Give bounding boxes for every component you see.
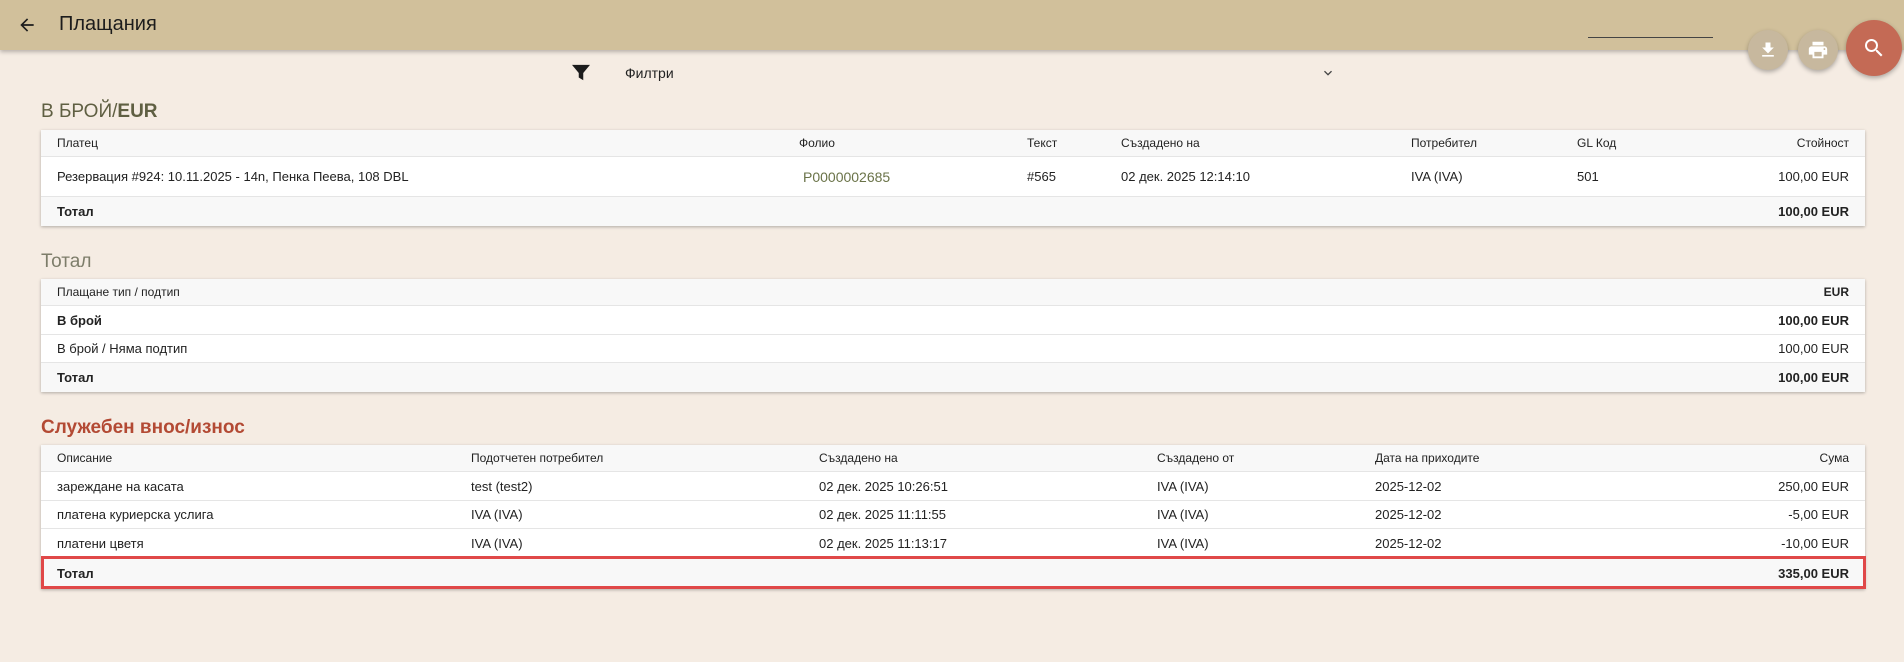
cell-payer: Резервация #924: 10.11.2025 - 14n, Пенка…	[57, 169, 409, 184]
cell-accountable-user: IVA (IVA)	[471, 535, 523, 551]
col-gl-code: GL Код	[1577, 136, 1617, 150]
cell-amount: 250,00 EUR	[1778, 478, 1849, 494]
col-payer: Платец	[57, 136, 98, 150]
col-payment-type: Плащане тип / подтип	[57, 285, 180, 299]
cell-amount: -5,00 EUR	[1788, 507, 1849, 522]
chevron-down-icon	[1324, 70, 1332, 76]
col-revenue-date: Дата на приходите	[1375, 451, 1480, 465]
cell-description: платени цветя	[57, 535, 144, 551]
col-created-by: Създадено от	[1157, 451, 1235, 465]
back-button[interactable]	[14, 12, 40, 38]
print-icon	[1808, 41, 1828, 59]
page-title: Плащания	[59, 13, 157, 35]
table-total-row: Тотал 335,00 EUR	[41, 558, 1865, 589]
total-label: Тотал	[57, 566, 94, 581]
col-currency: EUR	[1823, 285, 1849, 299]
download-icon	[1762, 42, 1774, 57]
arrow-left-icon	[20, 18, 34, 32]
col-created: Създадено на	[1121, 136, 1200, 150]
table-total-row: Тотал 100,00 EUR	[41, 197, 1865, 226]
table-header: Платец Фолио Текст Създадено на Потребит…	[41, 130, 1865, 157]
service-section-title: Служебен внос/износ	[41, 417, 245, 438]
cell-description: платена куриерска услига	[57, 507, 214, 522]
filter-icon	[572, 64, 590, 81]
total-value: 100,00 EUR	[1778, 204, 1849, 219]
cell-amount: -10,00 EUR	[1781, 535, 1849, 551]
search-icon	[1865, 39, 1883, 57]
cell-created: 02 дек. 2025 10:26:51	[819, 478, 948, 494]
cash-title-prefix: В БРОЙ/	[41, 101, 118, 122]
table-row: В брой / Няма подтип 100,00 EUR	[41, 335, 1865, 363]
table-row: Резервация #924: 10.11.2025 - 14n, Пенка…	[41, 157, 1865, 197]
cell-revenue-date: 2025-12-02	[1375, 507, 1442, 522]
table-row: платени цветя IVA (IVA) 02 дек. 2025 11:…	[41, 529, 1865, 558]
totals-table: Плащане тип / подтип EUR В брой 100,00 E…	[41, 279, 1865, 392]
print-button[interactable]	[1798, 30, 1838, 70]
table-row: зареждане на касата test (test2) 02 дек.…	[41, 472, 1865, 501]
cell-created-by: IVA (IVA)	[1157, 478, 1209, 494]
total-label: Тотал	[57, 204, 94, 219]
col-folio: Фолио	[799, 136, 835, 150]
cash-title-currency: EUR	[117, 101, 158, 122]
row-subtype-value: 100,00 EUR	[1778, 341, 1849, 356]
filters-label: Филтри	[625, 65, 674, 81]
filters-toggle[interactable]: Филтри	[570, 62, 1336, 84]
cell-description: зареждане на касата	[57, 478, 184, 494]
search-button[interactable]	[1846, 20, 1902, 76]
cash-payments-table: Платец Фолио Текст Създадено на Потребит…	[41, 130, 1865, 226]
row-type-label: В брой	[57, 312, 102, 328]
cell-value: 100,00 EUR	[1778, 169, 1849, 184]
cell-created-by: IVA (IVA)	[1157, 507, 1209, 522]
table-row: В брой 100,00 EUR	[41, 306, 1865, 335]
table-total-row: Тотал 100,00 EUR	[41, 363, 1865, 392]
cell-text: #565	[1027, 169, 1056, 184]
service-inout-table: Описание Подотчетен потребител Създадено…	[41, 445, 1865, 589]
row-type-value: 100,00 EUR	[1778, 312, 1849, 328]
folio-link[interactable]: P0000002685	[803, 157, 890, 196]
table-row: платена куриерска услига IVA (IVA) 02 де…	[41, 501, 1865, 529]
col-user: Потребител	[1411, 136, 1477, 150]
cell-user: IVA (IVA)	[1411, 169, 1463, 184]
total-label: Тотал	[57, 370, 94, 385]
cell-gl-code: 501	[1577, 169, 1599, 184]
total-section-title: Тотал	[41, 251, 92, 272]
col-accountable-user: Подотчетен потребител	[471, 451, 604, 465]
cell-accountable-user: IVA (IVA)	[471, 507, 523, 522]
cell-created: 02 дек. 2025 11:11:55	[819, 507, 947, 522]
cell-revenue-date: 2025-12-02	[1375, 535, 1442, 551]
cell-created: 02 дек. 2025 12:14:10	[1121, 169, 1250, 184]
cell-created-by: IVA (IVA)	[1157, 535, 1209, 551]
table-header: Плащане тип / подтип EUR	[41, 279, 1865, 306]
total-value: 335,00 EUR	[1778, 566, 1849, 581]
table-header: Описание Подотчетен потребител Създадено…	[41, 445, 1865, 472]
search-field-underline[interactable]	[1588, 37, 1713, 38]
app-header: Плащания	[0, 0, 1904, 50]
col-value: Стойност	[1796, 136, 1849, 150]
col-description: Описание	[57, 451, 113, 465]
col-created: Създадено на	[819, 451, 898, 465]
cash-section-title: В БРОЙ/EUR	[41, 101, 158, 123]
download-button[interactable]	[1748, 30, 1788, 70]
cell-revenue-date: 2025-12-02	[1375, 478, 1442, 494]
col-amount: Сума	[1819, 451, 1849, 465]
cell-created: 02 дек. 2025 11:13:17	[819, 535, 947, 551]
col-text: Текст	[1027, 136, 1058, 150]
row-subtype-label: В брой / Няма подтип	[57, 341, 188, 356]
total-value: 100,00 EUR	[1778, 370, 1849, 385]
cell-accountable-user: test (test2)	[471, 478, 533, 494]
